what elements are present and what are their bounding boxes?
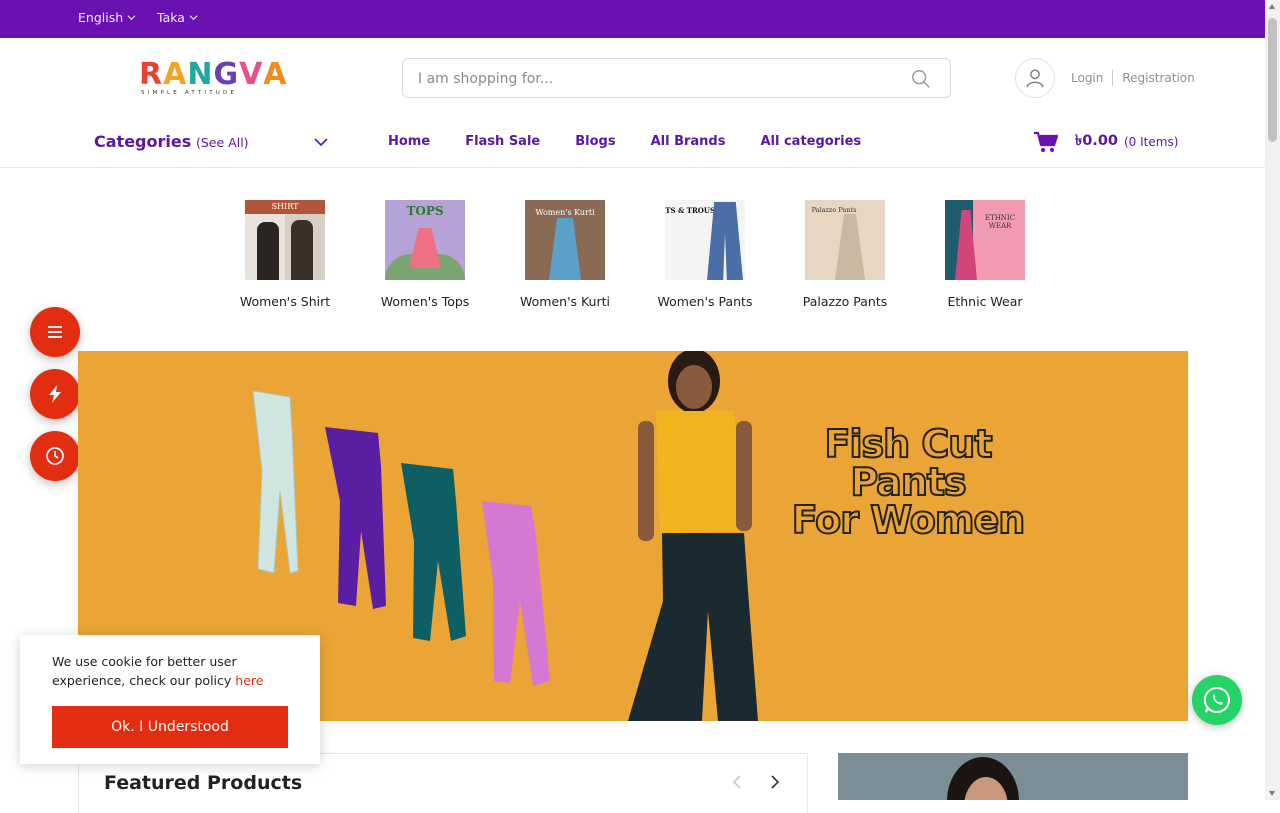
header: RANGVA SIMPLE ATTITUDE Login Registratio…	[0, 38, 1265, 118]
cart-amount: ৳0.00	[1075, 133, 1118, 149]
currency-label: Taka	[157, 10, 185, 25]
banner-title-line2: For Women	[791, 498, 1027, 542]
scroll-up-arrow[interactable]	[1269, 4, 1275, 9]
category-item[interactable]: ETHNIC WEAR Ethnic Wear	[915, 200, 1055, 309]
category-label: Women's Pants	[657, 294, 753, 309]
category-item[interactable]: PANTS & TROUSERS Women's Pants	[635, 200, 775, 309]
nav-links: Home Flash Sale Blogs All Brands All cat…	[388, 134, 896, 149]
cart-summary[interactable]: ৳0.00 (0 Items)	[1033, 130, 1178, 154]
clock-icon	[46, 447, 64, 465]
category-thumb: SHIRT	[245, 200, 325, 280]
category-thumb: PANTS & TROUSERS	[665, 200, 745, 280]
category-thumb: Women's Kurti	[525, 200, 605, 280]
category-item[interactable]: SHIRT Women's Shirt	[215, 200, 355, 309]
search-icon[interactable]	[910, 68, 932, 90]
whatsapp-icon	[1203, 686, 1230, 713]
chevron-left-icon[interactable]	[729, 774, 745, 790]
cart-icon	[1034, 131, 1059, 152]
search-input[interactable]	[418, 68, 888, 90]
cookie-text: We use cookie for better user experience…	[52, 652, 292, 690]
cookie-banner: We use cookie for better user experience…	[20, 635, 320, 764]
currency-dropdown[interactable]: Taka	[157, 10, 198, 25]
language-label: English	[78, 10, 124, 25]
page-scrollbar[interactable]	[1265, 0, 1280, 800]
promo-banner[interactable]	[838, 753, 1188, 800]
site-logo[interactable]: RANGVA SIMPLE ATTITUDE	[139, 57, 288, 97]
scroll-down-arrow[interactable]	[1269, 791, 1275, 796]
category-item[interactable]: TOPS Women's Tops	[355, 200, 495, 309]
recent-button[interactable]	[30, 431, 80, 481]
thumb-caption: Women's Kurti	[535, 208, 595, 217]
promo-artwork	[947, 757, 1019, 800]
nav-blogs[interactable]: Blogs	[575, 134, 615, 149]
user-avatar[interactable]	[1015, 58, 1055, 98]
logo-wordmark: RANGVA	[139, 57, 288, 92]
category-label: Women's Tops	[380, 294, 470, 309]
featured-title: Featured Products	[104, 772, 303, 794]
thumb-caption: Palazzo Pants	[811, 206, 857, 214]
see-all-link[interactable]: (See All)	[196, 135, 249, 150]
user-icon	[1026, 69, 1044, 88]
search-box[interactable]	[402, 58, 951, 98]
chevron-right-icon[interactable]	[767, 774, 783, 790]
category-item[interactable]: Women's Kurti Women's Kurti	[495, 200, 635, 309]
login-link[interactable]: Login	[1071, 71, 1103, 85]
nav-home[interactable]: Home	[388, 134, 430, 149]
top-bar: English Taka	[0, 0, 1265, 38]
category-label: Ethnic Wear	[947, 294, 1023, 309]
cookie-message: We use cookie for better user experience…	[52, 654, 237, 688]
main-nav: Categories (See All) Home Flash Sale Blo…	[0, 118, 1265, 168]
nav-all-categories[interactable]: All categories	[760, 134, 861, 149]
category-thumb: ETHNIC WEAR	[945, 200, 1025, 280]
banner-title-line1: Fish Cut Pants	[824, 422, 994, 504]
menu-button[interactable]	[30, 307, 80, 357]
category-label: Women's Shirt	[239, 294, 331, 309]
nav-flash-sale[interactable]: Flash Sale	[465, 134, 540, 149]
category-label: Women's Kurti	[520, 294, 610, 309]
whatsapp-button[interactable]	[1192, 675, 1242, 725]
nav-all-brands[interactable]: All Brands	[651, 134, 726, 149]
category-label: Palazzo Pants	[802, 294, 888, 309]
language-dropdown[interactable]: English	[78, 10, 136, 25]
thumb-caption: SHIRT	[271, 202, 299, 211]
category-thumb: Palazzo Pants	[805, 200, 885, 280]
chevron-down-icon	[189, 15, 198, 21]
registration-link[interactable]: Registration	[1122, 71, 1194, 85]
auth-links: Login Registration	[1071, 70, 1195, 86]
scrollbar-thumb[interactable]	[1268, 18, 1277, 142]
category-thumb: TOPS	[385, 200, 465, 280]
category-item[interactable]: Palazzo Pants Palazzo Pants	[775, 200, 915, 309]
chevron-down-icon	[127, 15, 136, 21]
cookie-accept-button[interactable]: Ok. I Understood	[52, 706, 288, 748]
flash-sale-button[interactable]	[30, 369, 80, 419]
flash-icon	[49, 385, 61, 403]
cart-item-count: (0 Items)	[1124, 135, 1179, 149]
chevron-down-icon[interactable]	[313, 134, 329, 150]
thumb-caption: ETHNIC WEAR	[984, 214, 1016, 230]
divider	[1112, 70, 1114, 86]
menu-icon	[48, 326, 62, 338]
banner-title: Fish Cut Pants For Women	[763, 422, 1053, 542]
cookie-policy-link[interactable]: here	[235, 673, 263, 688]
thumb-caption: TOPS	[406, 204, 444, 218]
categories-title[interactable]: Categories	[94, 132, 191, 151]
